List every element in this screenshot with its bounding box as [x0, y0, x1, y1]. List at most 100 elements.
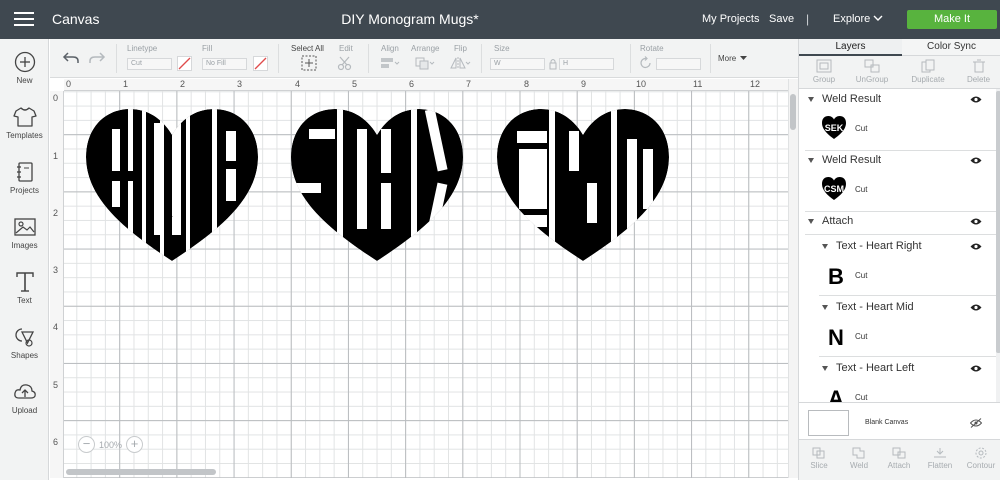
eye-icon[interactable] [970, 364, 982, 373]
explore-link[interactable]: Explore [833, 13, 870, 25]
caret-down-icon[interactable] [822, 305, 828, 310]
my-projects-link[interactable]: My Projects [702, 13, 759, 25]
contour-label: Contour [966, 461, 996, 470]
height-input[interactable]: H [559, 58, 614, 70]
rotate-input[interactable] [656, 58, 701, 70]
ruler-tick-label: 2 [180, 79, 186, 89]
layer-item[interactable]: N Cut [799, 319, 996, 355]
eye-icon[interactable] [970, 95, 982, 104]
attach-button[interactable]: Attach [879, 447, 919, 470]
delete-button[interactable]: Delete [956, 59, 1000, 84]
shapes-button[interactable]: Shapes [0, 326, 49, 374]
upload-button[interactable]: Upload [0, 381, 49, 429]
rotate-icon[interactable] [639, 56, 653, 70]
flatten-button[interactable]: Flatten [919, 447, 961, 470]
layer-item[interactable]: B Cut [799, 258, 996, 294]
lock-icon[interactable] [549, 58, 557, 70]
images-button[interactable]: Images [0, 216, 49, 264]
blank-canvas-row[interactable]: Blank Canvas [799, 402, 1000, 439]
thumb-text: SEK [825, 123, 844, 133]
thumb-text: B [828, 264, 844, 288]
menu-icon[interactable] [14, 12, 34, 27]
zoom-in-button[interactable]: + [126, 436, 143, 453]
flip-icon[interactable] [449, 56, 471, 70]
design-canvas[interactable]: ANB − 100% + [64, 91, 788, 478]
ruler-tick-label: 9 [581, 79, 587, 89]
layers-scrollbar[interactable] [996, 91, 1000, 353]
align-icon[interactable] [379, 56, 401, 70]
layer-name: Text - Heart Right [836, 240, 922, 252]
ungroup-button[interactable]: UnGroup [847, 59, 897, 84]
vertical-scrollbar[interactable] [790, 94, 796, 130]
linetype-color-swatch-icon[interactable] [177, 56, 192, 71]
redo-icon[interactable] [88, 51, 106, 65]
ungroup-icon [864, 59, 880, 73]
contour-button[interactable]: Contour [961, 447, 1000, 470]
horizontal-scrollbar[interactable] [66, 469, 216, 475]
layer-row[interactable]: Weld Result [799, 89, 996, 111]
layers-panel: Layers Color Sync Group UnGroup Duplicat… [798, 39, 1000, 480]
projects-button[interactable]: Projects [0, 161, 49, 209]
save-link[interactable]: Save [769, 13, 794, 25]
blank-canvas-swatch[interactable] [808, 410, 849, 436]
monogram-anb[interactable]: ANB [86, 109, 258, 264]
layer-item[interactable]: SEK Cut [799, 111, 996, 147]
zoom-out-button[interactable]: − [78, 436, 95, 453]
slice-button[interactable]: Slice [799, 447, 839, 470]
text-button[interactable]: Text [0, 271, 49, 319]
group-button[interactable]: Group [799, 59, 849, 84]
caret-down-icon[interactable] [808, 158, 814, 163]
new-button[interactable]: New [0, 51, 49, 99]
monogram-sek[interactable] [291, 109, 463, 264]
layer-row[interactable]: Text - Heart Left [799, 358, 996, 380]
tab-layers[interactable]: Layers [799, 39, 902, 56]
layers-list: Weld Result SEK Cut Weld Result CSM Cut … [799, 89, 996, 402]
undo-icon[interactable] [62, 51, 80, 65]
duplicate-button[interactable]: Duplicate [903, 59, 953, 84]
eye-icon[interactable] [970, 303, 982, 312]
scissors-icon[interactable] [336, 55, 356, 71]
templates-button[interactable]: Templates [0, 106, 49, 154]
ruler-tick-label: 0 [66, 79, 72, 89]
ruler-tick-label: 4 [295, 79, 301, 89]
linetype-select[interactable]: Cut [127, 58, 172, 70]
layer-divider [819, 295, 996, 296]
image-icon [13, 218, 36, 236]
select-all-icon[interactable] [301, 55, 317, 71]
width-input[interactable]: W [490, 58, 545, 70]
fill-select[interactable]: No Fill [202, 58, 247, 70]
layer-item[interactable]: CSM Cut [799, 172, 996, 208]
document-title[interactable]: DIY Monogram Mugs* [320, 11, 500, 27]
caret-down-icon[interactable] [808, 219, 814, 224]
layer-row[interactable]: Text - Heart Mid [799, 297, 996, 319]
eye-hidden-icon[interactable] [970, 418, 982, 428]
layer-row[interactable]: Attach [799, 211, 996, 233]
layer-row[interactable]: Text - Heart Right [799, 236, 996, 258]
layer-divider [819, 356, 996, 357]
weld-button[interactable]: Weld [839, 447, 879, 470]
tshirt-icon [12, 107, 37, 127]
eye-icon[interactable] [970, 242, 982, 251]
eye-icon[interactable] [970, 217, 982, 226]
layer-row[interactable]: Weld Result [799, 150, 996, 172]
fill-color-swatch-icon[interactable] [253, 56, 268, 71]
more-menu[interactable]: More [718, 54, 736, 63]
height-prefix: H [563, 60, 569, 67]
caret-down-icon[interactable] [740, 56, 747, 61]
arrange-icon[interactable] [414, 56, 436, 70]
layer-name: Text - Heart Mid [836, 301, 914, 313]
ruler-tick-label: 11 [693, 79, 703, 89]
make-it-button[interactable]: Make It [907, 10, 997, 29]
tab-color-sync[interactable]: Color Sync [902, 39, 1000, 56]
caret-down-icon[interactable] [822, 244, 828, 249]
caret-down-icon[interactable] [808, 97, 814, 102]
toolbar-divider [710, 44, 711, 73]
duplicate-label: Duplicate [911, 75, 945, 84]
eye-icon[interactable] [970, 156, 982, 165]
chevron-down-icon[interactable] [873, 13, 883, 23]
text-icon [15, 272, 34, 292]
top-bar: Canvas DIY Monogram Mugs* My Projects Sa… [0, 0, 1000, 39]
caret-down-icon[interactable] [822, 366, 828, 371]
layer-item[interactable]: A Cut [799, 380, 996, 402]
monogram-csm[interactable] [497, 109, 669, 264]
